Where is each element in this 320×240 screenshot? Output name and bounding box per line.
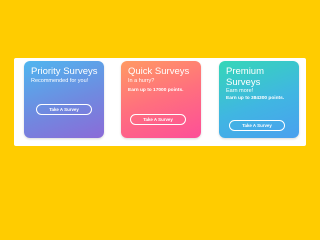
card-title: Priority Surveys: [31, 66, 98, 77]
priority-surveys-card[interactable]: Priority Surveys Recommended for you! Ta…: [24, 61, 104, 138]
card-subtitle: In a hurry?: [128, 78, 155, 84]
quick-surveys-card[interactable]: Quick Surveys In a hurry? Earn up to 170…: [121, 61, 201, 138]
card-title: Quick Surveys: [128, 66, 190, 77]
card-title: Premium Surveys: [226, 66, 265, 88]
take-survey-button[interactable]: Take A Survey: [130, 114, 186, 125]
take-survey-button[interactable]: Take A Survey: [229, 120, 285, 131]
page-background: Priority Surveys Recommended for you! Ta…: [0, 0, 320, 213]
take-survey-button[interactable]: Take A Survey: [36, 104, 92, 115]
card-description: Earn up to 384300 points.: [226, 96, 285, 101]
card-subtitle: Recommended for you!: [31, 78, 89, 84]
card-subtitle: Earn more!: [226, 88, 254, 94]
premium-surveys-card[interactable]: Premium Surveys Earn more! Earn up to 38…: [219, 61, 299, 138]
card-description: Earn up to 17000 points.: [128, 88, 184, 93]
